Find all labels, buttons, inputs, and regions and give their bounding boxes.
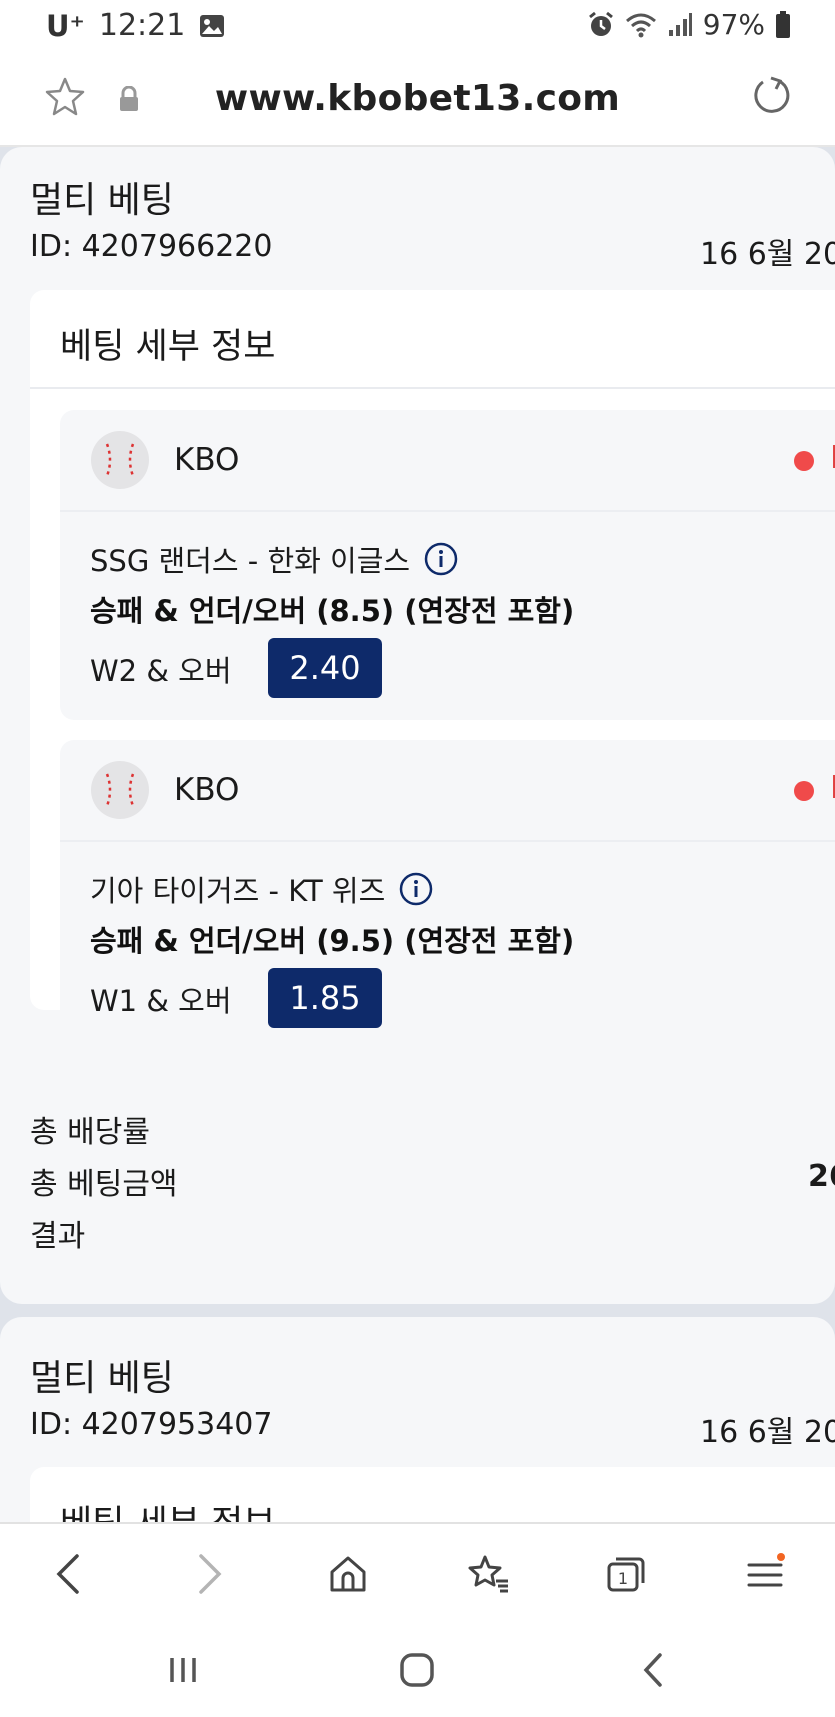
status-label: D [830, 440, 835, 476]
bet-date: 16 6월 20 [700, 237, 835, 272]
forward-button[interactable] [182, 1546, 238, 1602]
battery-icon [776, 10, 790, 38]
bookmarks-button[interactable] [460, 1546, 516, 1602]
match-row: 기아 타이거즈 - KT 위즈 [90, 868, 433, 910]
chevron-right-icon [199, 1554, 222, 1594]
svg-text:1: 1 [618, 1569, 628, 1588]
info-icon[interactable] [424, 542, 458, 576]
divider [30, 387, 835, 389]
result-label: 결과 [30, 1219, 86, 1254]
market-name: 승패 & 언더/오버 (8.5) (연장전 포함) [90, 594, 575, 628]
odds-badge: 2.40 [268, 638, 382, 698]
league-name: KBO [174, 442, 240, 478]
battery-percent: 97% [702, 8, 765, 41]
status-right: 97% [587, 8, 791, 41]
back-button[interactable] [40, 1546, 96, 1602]
status-label: D [830, 770, 835, 806]
bet-history-list: 멀티 베팅 ID: 4207966220 16 6월 20 베팅 세부 정보 K… [0, 147, 835, 1522]
tabs-icon: 1 [607, 1557, 645, 1592]
bet-id: ID: 4207966220 [30, 229, 273, 264]
bet-card: 멀티 베팅 ID: 4207953407 16 6월 20 베팅 세부 정보 [0, 1317, 835, 1522]
selection: W1 & 오버 [90, 984, 232, 1018]
bet-date: 16 6월 20 [700, 1415, 835, 1450]
status-bar: U⁺ 12:21 97% [0, 0, 835, 50]
wifi-icon [625, 13, 656, 37]
recent-apps-button[interactable] [158, 1648, 208, 1692]
tabs-button[interactable]: 1 [598, 1546, 654, 1602]
total-stake-label: 총 베팅금액 [30, 1167, 178, 1202]
bookmarks-star-icon [468, 1555, 508, 1593]
home-square-icon [400, 1653, 434, 1687]
total-stake-value: 26 [808, 1159, 835, 1194]
system-navigation-bar [0, 1620, 835, 1717]
baseball-icon [91, 761, 149, 819]
home-icon [330, 1556, 366, 1592]
baseball-icon [91, 431, 149, 489]
details-title: 베팅 세부 정보 [60, 327, 276, 367]
chevron-left-icon [56, 1554, 79, 1594]
details-title: 베팅 세부 정보 [60, 1495, 275, 1522]
bet-event: KBO D 기아 타이거즈 - KT 위즈 승패 & 언더/오버 (9.5) (… [60, 740, 835, 1050]
status-indicator [794, 781, 814, 801]
event-header: KBO D [60, 740, 835, 842]
home-button[interactable] [320, 1546, 376, 1602]
menu-icon [747, 1553, 785, 1587]
menu-button[interactable] [737, 1546, 793, 1602]
bet-details-panel: 베팅 세부 정보 KBO D SSG 랜더스 - 한화 이글스 [30, 290, 835, 1050]
system-back-button[interactable] [628, 1648, 678, 1692]
bet-details-panel: 베팅 세부 정보 [30, 1467, 835, 1522]
market-name: 승패 & 언더/오버 (9.5) (연장전 포함) [90, 924, 575, 958]
event-header: KBO D [60, 410, 835, 512]
clock: 12:21 [98, 8, 186, 43]
selection: W2 & 오버 [90, 654, 232, 688]
reload-icon[interactable] [749, 74, 793, 118]
league-name: KBO [174, 772, 240, 808]
carrier-label: U⁺ [46, 8, 85, 43]
gallery-icon [200, 14, 225, 37]
bet-type-title: 멀티 베팅 [30, 180, 174, 221]
total-odds-label: 총 배당률 [30, 1115, 150, 1150]
browser-url-bar: www.kbobet13.com [0, 50, 835, 147]
odds-badge: 1.85 [268, 968, 382, 1028]
status-indicator [794, 451, 814, 471]
info-icon[interactable] [399, 872, 433, 906]
match-row: SSG 랜더스 - 한화 이글스 [90, 538, 458, 580]
bet-card: 멀티 베팅 ID: 4207966220 16 6월 20 베팅 세부 정보 K… [0, 147, 835, 1304]
alarm-icon [588, 11, 613, 36]
system-home-button[interactable] [392, 1648, 442, 1692]
back-arrow-icon [643, 1653, 662, 1687]
recent-apps-icon [170, 1658, 196, 1682]
url-address[interactable]: www.kbobet13.com [0, 78, 835, 119]
match-name: SSG 랜더스 - 한화 이글스 [90, 544, 411, 578]
match-name: 기아 타이거즈 - KT 위즈 [90, 874, 386, 908]
status-left: U⁺ 12:21 [46, 8, 225, 43]
bet-type-title: 멀티 베팅 [30, 1358, 174, 1399]
signal-icon [668, 12, 692, 36]
bet-event: KBO D SSG 랜더스 - 한화 이글스 승패 & 언더/오버 (8.5) … [60, 410, 835, 720]
bet-id: ID: 4207953407 [30, 1407, 273, 1442]
browser-toolbar: 1 [0, 1522, 835, 1622]
